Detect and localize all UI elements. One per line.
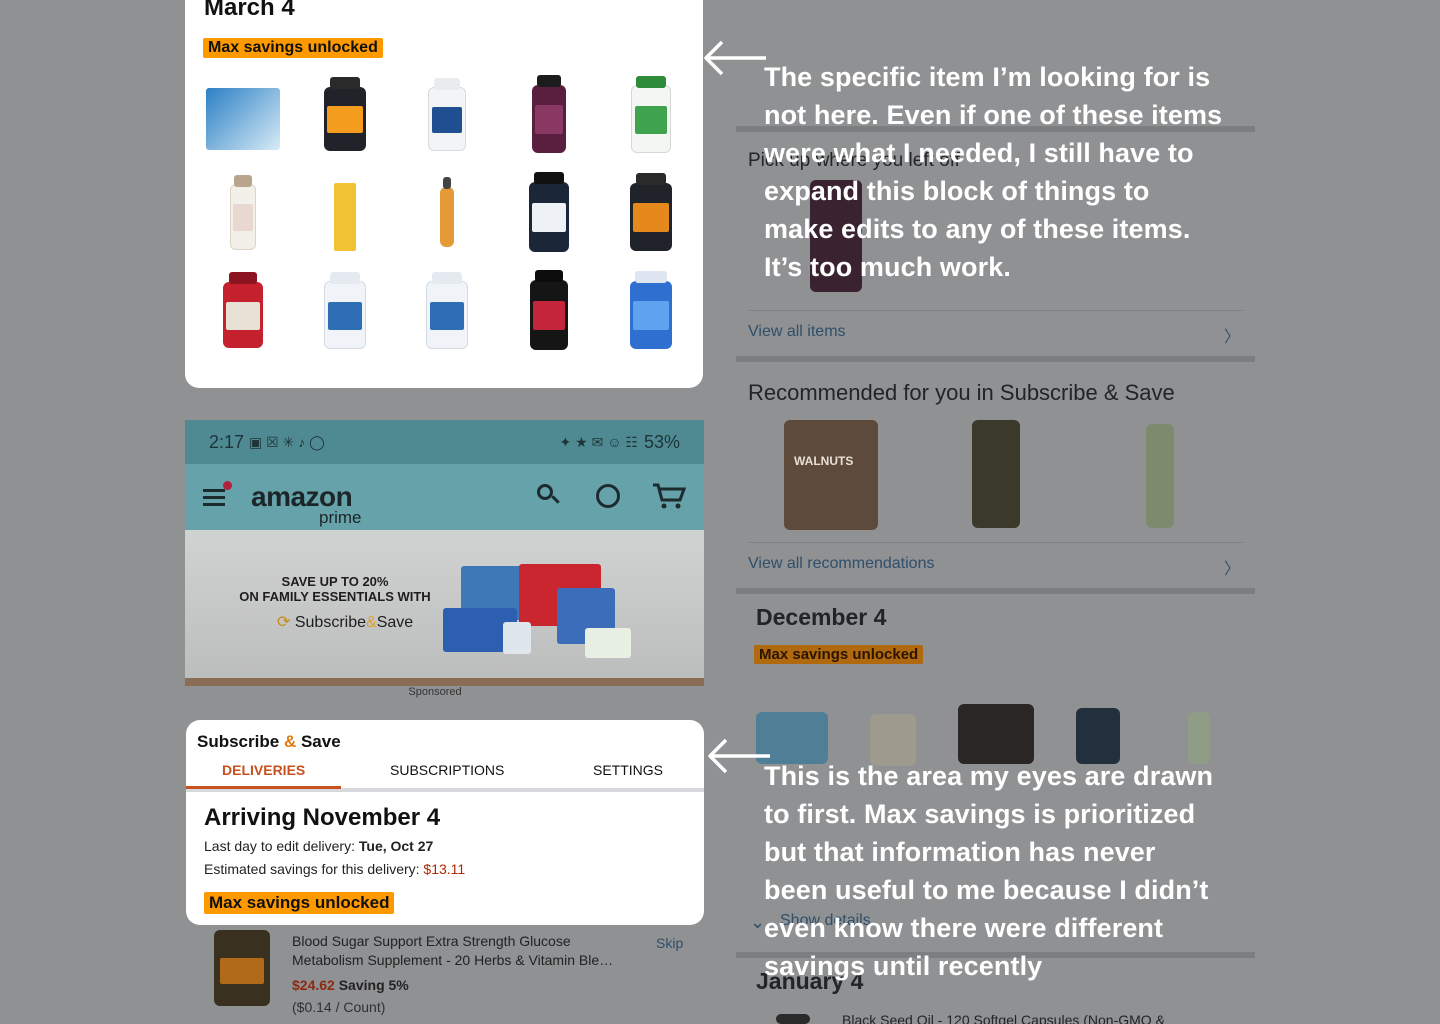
black-seed-item-title[interactable]: Black Seed Oil - 120 Softgel Capsules (N… [842,1012,1165,1024]
product-thumbnail[interactable] [203,272,283,358]
arriving-heading: Arriving November 4 [204,804,441,831]
search-icon[interactable] [537,484,560,506]
chevron-right-icon[interactable]: 〉 [1224,555,1240,579]
view-all-recommendations-link[interactable]: View all recommendations [748,555,934,573]
product-thumbnail[interactable] [305,76,385,162]
subscribe-save-card: Subscribe & Save DELIVERIES SUBSCRIPTION… [186,720,704,925]
subscribe-save-title: Subscribe & Save [197,732,341,751]
product-thumbnail[interactable] [958,704,1034,764]
blood-sugar-product-thumbnail[interactable] [214,930,270,1006]
product-box [585,628,631,658]
view-all-items-link[interactable]: View all items [748,323,846,341]
chevron-down-icon[interactable]: ⌄ [750,912,765,933]
annotation-note-top: The specific item I’m looking for is not… [764,62,1223,282]
tab-deliveries[interactable]: DELIVERIES [222,762,305,778]
max-savings-badge: Max savings unlocked [203,38,383,58]
cart-icon: ⟳ [277,614,291,631]
product-thumbnail[interactable] [305,272,385,358]
last-day-to-edit: Last day to edit delivery: Tue, Oct 27 [204,838,434,854]
product-thumbnail[interactable] [407,76,487,162]
banner-brand-subscribe: Subscribe [294,614,367,631]
product-thumbnail[interactable] [611,76,691,162]
march-date: March 4 [204,0,295,21]
product-thumbnail[interactable] [203,76,283,162]
cart-icon[interactable] [651,482,687,510]
status-bar: 2:17 ▣ ☒ ✳ ♪ ◯ ✦ ★ ✉ ☺ ☷ 53% [185,420,704,464]
banner-brand-amp: & [366,614,377,631]
walnuts-product-thumbnail[interactable]: WALNUTS [784,420,878,530]
recommended-heading: Recommended for you in Subscribe & Save [748,380,1175,405]
item-price: $24.62 Saving 5% [292,977,409,993]
brand-sub: prime [319,508,362,527]
banner-brand-save: Save [376,614,414,631]
subscribe-save-banner[interactable]: SAVE UP TO 20% ON FAMILY ESSENTIALS WITH… [185,530,704,686]
december-date: December 4 [756,604,887,630]
skip-button[interactable]: Skip [656,935,683,951]
banner-logo: ⟳ Subscribe&Save [277,612,413,632]
product-thumbnail[interactable] [611,173,691,260]
battery-level: 53% [643,431,680,452]
status-time: 2:17 [209,431,245,452]
max-savings-badge: Max savings unlocked [204,892,395,914]
annotation-arrow-icon [704,40,766,76]
product-thumbnail[interactable] [509,172,589,260]
march-delivery-card: March 4 Max savings unlocked [185,0,703,388]
product-thumbnail[interactable] [305,174,385,260]
sponsored-label: Sponsored [408,686,462,698]
blood-sugar-item-title[interactable]: Blood Sugar Support Extra Strength Gluco… [292,932,613,970]
cafix-product-thumbnail[interactable] [972,420,1020,528]
alexa-icon[interactable] [596,484,620,508]
tab-subscriptions[interactable]: SUBSCRIPTIONS [390,762,504,778]
item-unit-price: ($0.14 / Count) [292,999,386,1015]
banner-line-1: SAVE UP TO 20% [281,574,389,589]
menu-icon[interactable] [203,481,232,507]
product-thumbnail[interactable] [509,75,589,162]
active-tab-indicator [186,786,341,789]
product-thumbnail[interactable] [509,270,589,358]
product-box [503,622,531,654]
product-thumbnail [776,1014,810,1024]
product-thumbnail[interactable] [407,174,487,260]
estimated-savings: Estimated savings for this delivery: $13… [204,861,466,877]
spray-product-thumbnail[interactable] [1146,424,1174,528]
annotation-note-bottom: This is the area my eyes are drawn to fi… [764,761,1214,981]
app-screen: 2:17 ▣ ☒ ✳ ♪ ◯ ✦ ★ ✉ ☺ ☷ 53% amazon prim… [185,420,704,686]
navigation-bar: amazon prime [185,464,704,530]
section-divider [736,356,1255,362]
section-divider [736,588,1255,594]
product-thumbnail[interactable] [611,271,691,358]
product-thumbnail[interactable] [1076,708,1120,764]
amazon-prime-logo[interactable]: amazon prime [251,483,362,527]
chevron-right-icon[interactable]: 〉 [1224,323,1240,347]
product-thumbnail[interactable] [407,272,487,358]
notification-dot [223,481,232,490]
annotation-arrow-icon [708,738,770,774]
product-thumbnail[interactable] [203,174,283,260]
banner-line-2: ON FAMILY ESSENTIALS WITH [239,589,431,604]
system-icons: ✦ ★ ✉ ☺ ☷ [559,433,638,450]
notification-icons: ▣ ☒ ✳ ♪ ◯ [249,434,325,450]
tab-settings[interactable]: SETTINGS [593,762,663,778]
max-savings-badge: Max savings unlocked [754,645,924,664]
